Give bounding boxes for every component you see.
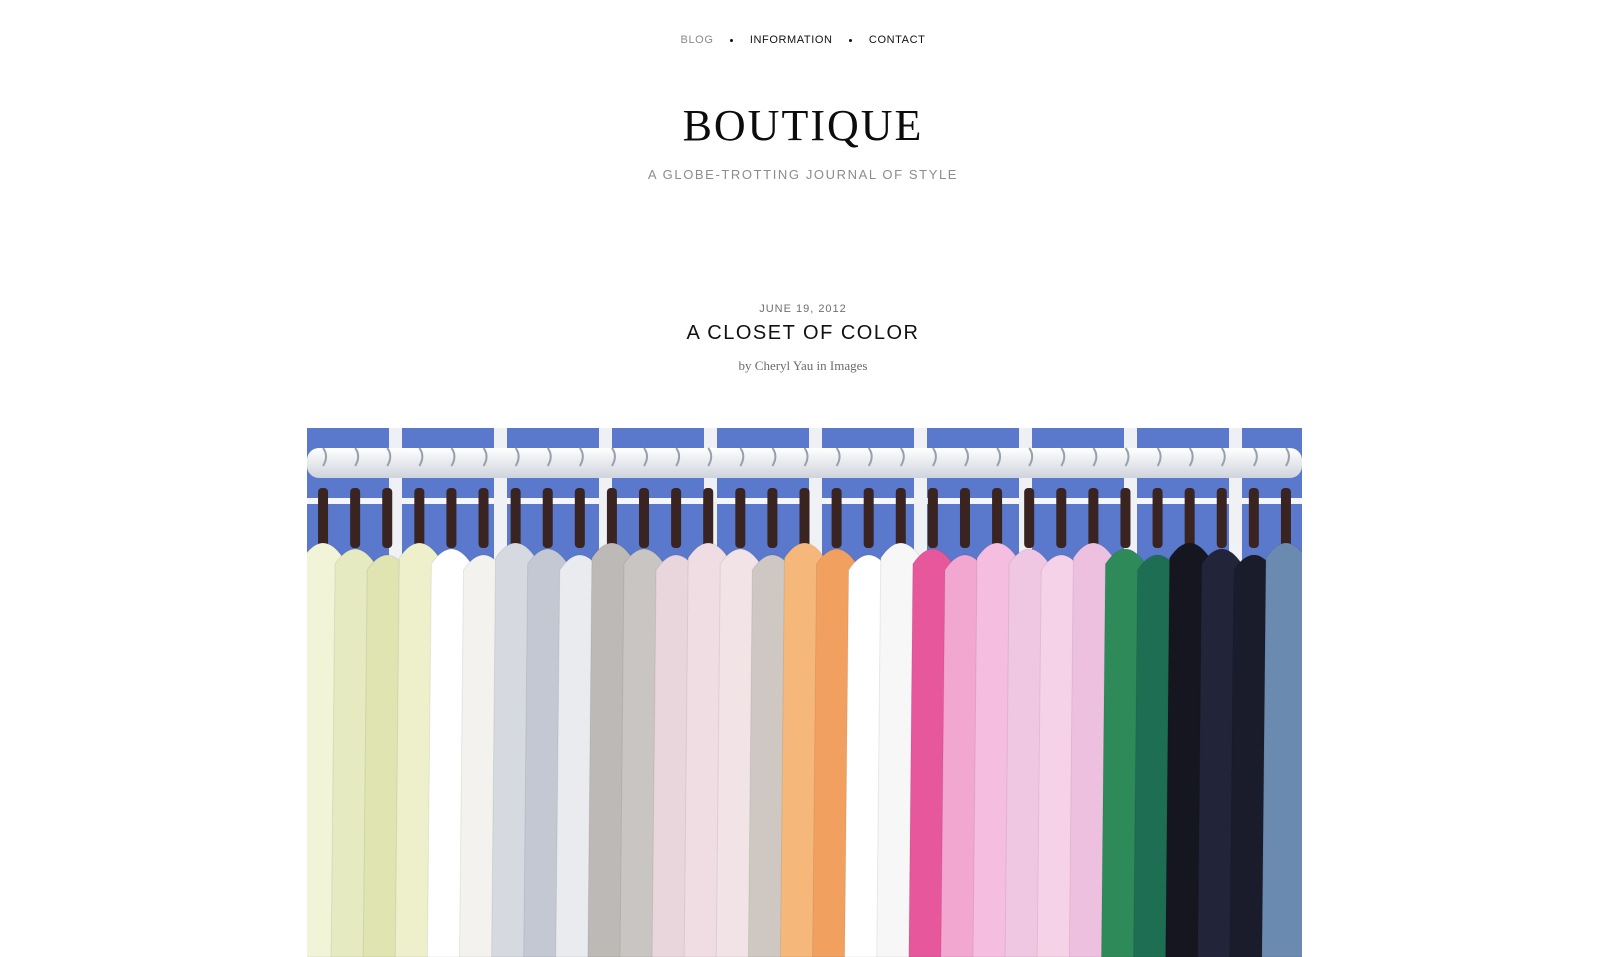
wooden-hanger [895, 488, 906, 548]
wooden-hanger [863, 488, 874, 548]
wooden-hanger [959, 488, 970, 548]
wooden-hanger [414, 488, 425, 548]
site-tagline: A GLOBE-TROTTING JOURNAL OF STYLE [647, 167, 959, 182]
post-title[interactable]: A CLOSET OF COLOR [0, 322, 1606, 345]
wooden-hanger [350, 488, 361, 548]
window-mullion [1137, 498, 1229, 504]
wooden-hanger [382, 488, 393, 548]
clothes-rack-photo [307, 428, 1302, 957]
wooden-hanger [639, 488, 650, 548]
wooden-hanger [767, 488, 778, 548]
post-date: JUNE 19, 2012 [759, 303, 847, 315]
garments [307, 542, 1302, 957]
wooden-hanger [703, 488, 714, 548]
nav-item-contact[interactable]: CONTACT [869, 34, 926, 46]
wooden-hanger [831, 488, 842, 548]
window-mullion [507, 498, 599, 504]
wooden-hanger [927, 488, 938, 548]
garment [1261, 542, 1302, 957]
wooden-hanger [1024, 488, 1035, 548]
site-title[interactable]: BOUTIQUE [0, 104, 1606, 148]
top-nav: BLOG INFORMATION CONTACT [0, 34, 1606, 46]
wooden-hanger [671, 488, 682, 548]
wooden-hanger [799, 488, 810, 548]
post-featured-image[interactable] [307, 428, 1302, 957]
wooden-hanger [1056, 488, 1067, 548]
nav-separator-dot [849, 38, 853, 42]
nav-item-blog[interactable]: BLOG [681, 34, 714, 46]
window-mullion [927, 498, 1019, 504]
wooden-hanger [478, 488, 489, 548]
wooden-hanger [1088, 488, 1099, 548]
window-mullion [612, 498, 704, 504]
wooden-hanger [1216, 488, 1227, 548]
wooden-hanger [735, 488, 746, 548]
clothes-rail [307, 448, 1302, 478]
wooden-hanger [1120, 488, 1131, 548]
wooden-hanger [606, 488, 617, 548]
nav-separator-dot [730, 38, 734, 42]
post-meta: by Cheryl Yau in Images [0, 358, 1606, 374]
wooden-hanger [510, 488, 521, 548]
wooden-hanger [1248, 488, 1259, 548]
wooden-hanger [574, 488, 585, 548]
nav-item-information[interactable]: INFORMATION [750, 34, 833, 46]
wooden-hanger [1280, 488, 1291, 548]
post-category-link[interactable]: Images [830, 358, 868, 373]
wooden-hanger [318, 488, 329, 548]
post-author-link[interactable]: Cheryl Yau [755, 358, 814, 373]
window-mullion [717, 498, 809, 504]
wooden-hanger [1152, 488, 1163, 548]
wooden-hanger [542, 488, 553, 548]
window-mullion [1032, 498, 1124, 504]
wooden-hanger [992, 488, 1003, 548]
post-meta-by: by [738, 358, 752, 373]
wooden-hanger [1184, 488, 1195, 548]
post-meta-in: in [816, 358, 827, 373]
wooden-hanger [446, 488, 457, 548]
